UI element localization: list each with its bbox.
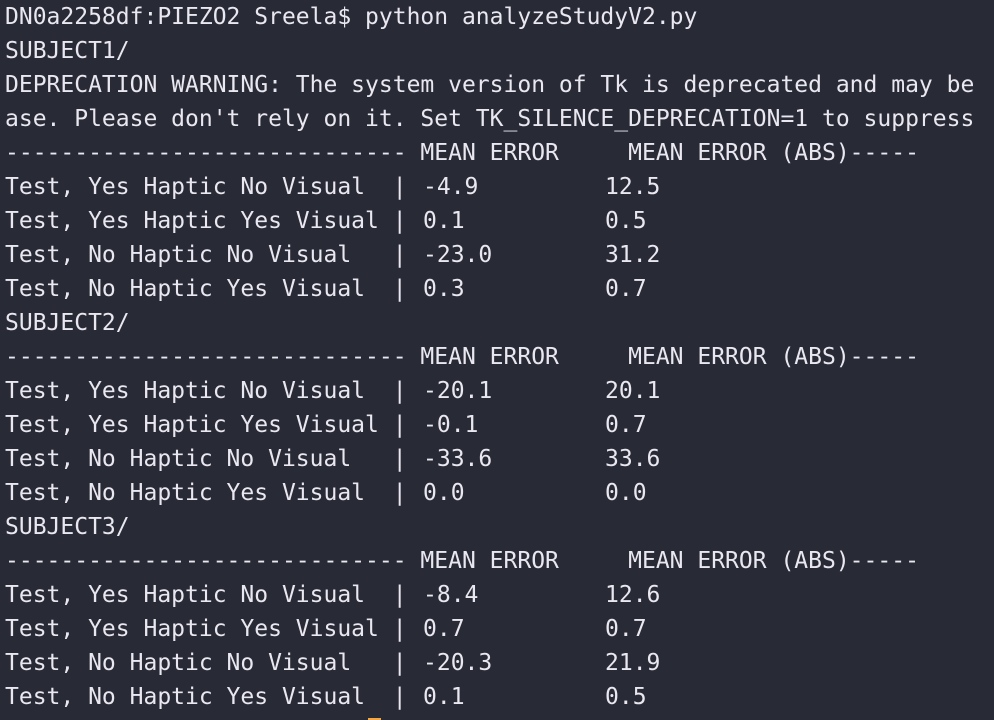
subject-heading-2: SUBJECT2/ <box>5 310 130 336</box>
mean-error-abs-value: 33.6 <box>605 446 661 472</box>
mean-error-abs-value: 0.5 <box>605 208 647 234</box>
condition-label: Test, No Haptic Yes Visual | <box>5 276 421 302</box>
mean-error-abs-value: 12.5 <box>605 174 661 200</box>
mean-error-value: -33.6 <box>423 446 493 472</box>
mean-error-value: 0.3 <box>423 276 465 302</box>
mean-error-value: 0.7 <box>423 616 465 642</box>
condition-label: Test, No Haptic No Visual | <box>5 446 421 472</box>
condition-label: Test, Yes Haptic No Visual | <box>5 582 421 608</box>
mean-error-abs-value: 21.9 <box>605 650 661 676</box>
mean-error-value: 0.1 <box>423 208 465 234</box>
table-header-line: ----------------------------- MEAN ERROR… <box>5 344 919 370</box>
deprecation-warning-line-2: ase. Please don't rely on it. Set TK_SIL… <box>5 106 975 132</box>
condition-label: Test, Yes Haptic No Visual | <box>5 378 421 404</box>
mean-error-abs-value: 31.2 <box>605 242 661 268</box>
mean-error-abs-value: 12.6 <box>605 582 661 608</box>
mean-error-abs-value: 0.0 <box>605 480 647 506</box>
mean-error-value: -8.4 <box>423 582 479 608</box>
mean-error-abs-value: 0.7 <box>605 412 647 438</box>
new-prompt-line[interactable] <box>5 714 381 720</box>
condition-label: Test, No Haptic No Visual | <box>5 650 421 676</box>
condition-label: Test, Yes Haptic Yes Visual | <box>5 616 421 642</box>
condition-label: Test, Yes Haptic Yes Visual | <box>5 412 421 438</box>
mean-error-abs-value: 0.7 <box>605 276 647 302</box>
mean-error-value: -20.3 <box>423 650 493 676</box>
condition-label: Test, No Haptic No Visual | <box>5 242 421 268</box>
mean-error-value: 0.1 <box>423 684 465 710</box>
terminal-window[interactable]: DN0a2258df:PIEZO2 Sreela$ python analyze… <box>0 0 994 720</box>
table-header-line: ----------------------------- MEAN ERROR… <box>5 140 919 166</box>
table-header-line: ----------------------------- MEAN ERROR… <box>5 548 919 574</box>
mean-error-abs-value: 0.7 <box>605 616 647 642</box>
subject-heading-3: SUBJECT3/ <box>5 514 130 540</box>
mean-error-value: -20.1 <box>423 378 493 404</box>
command-prompt-line: DN0a2258df:PIEZO2 Sreela$ python analyze… <box>5 4 698 30</box>
subject-heading-1: SUBJECT1/ <box>5 38 130 64</box>
condition-label: Test, No Haptic Yes Visual | <box>5 684 421 710</box>
condition-label: Test, Yes Haptic No Visual | <box>5 174 421 200</box>
mean-error-value: -0.1 <box>423 412 479 438</box>
deprecation-warning-line-1: DEPRECATION WARNING: The system version … <box>5 72 975 98</box>
mean-error-value: -23.0 <box>423 242 493 268</box>
mean-error-abs-value: 0.5 <box>605 684 647 710</box>
condition-label: Test, No Haptic Yes Visual | <box>5 480 421 506</box>
mean-error-abs-value: 20.1 <box>605 378 661 404</box>
condition-label: Test, Yes Haptic Yes Visual | <box>5 208 421 234</box>
mean-error-value: 0.0 <box>423 480 465 506</box>
mean-error-value: -4.9 <box>423 174 479 200</box>
